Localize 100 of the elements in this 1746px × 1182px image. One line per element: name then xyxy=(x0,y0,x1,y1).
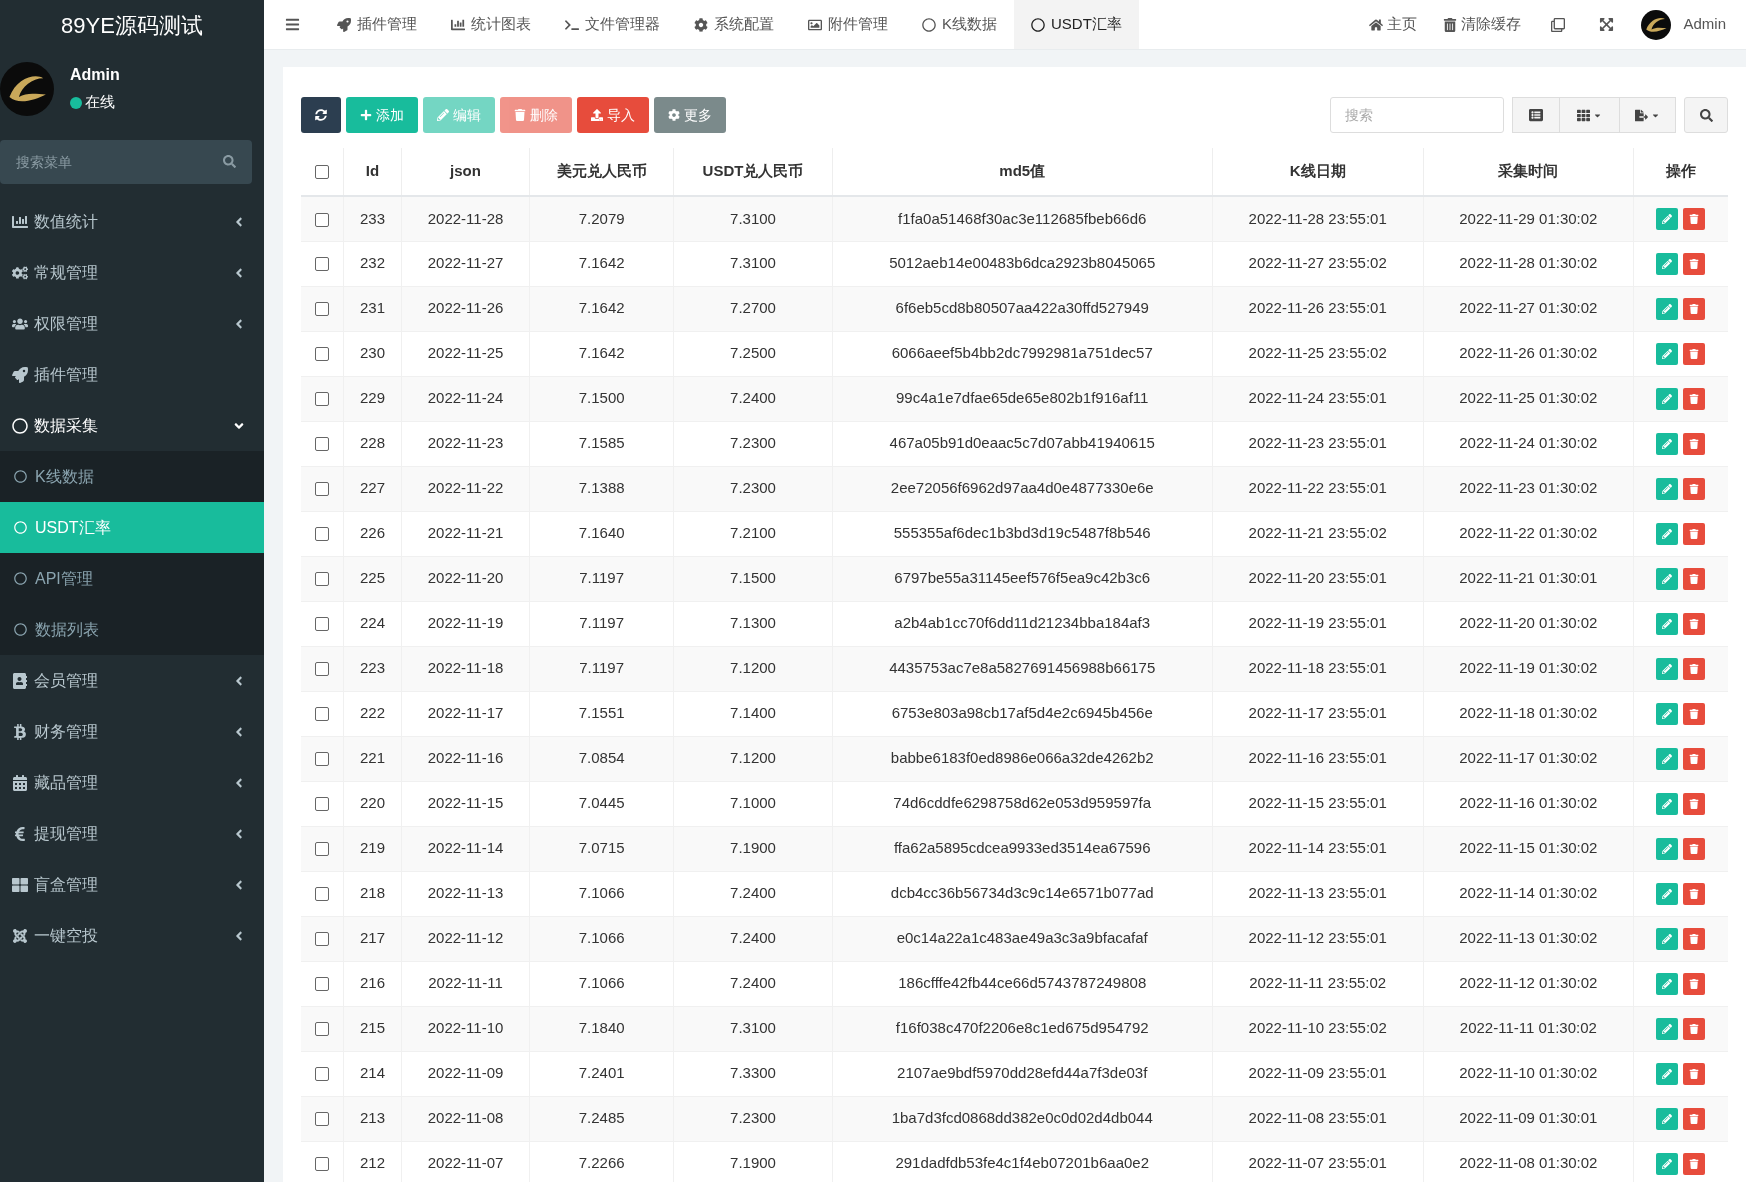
edit-row-button[interactable] xyxy=(1656,432,1679,455)
row-checkbox[interactable] xyxy=(315,842,330,857)
sidebar-item[interactable]: 插件管理 xyxy=(0,349,264,400)
search-button[interactable] xyxy=(1684,97,1728,133)
column-header[interactable]: 操作 xyxy=(1665,162,1696,180)
edit-row-button[interactable] xyxy=(1656,387,1679,410)
delete-row-button[interactable] xyxy=(1683,567,1706,590)
edit-row-button[interactable] xyxy=(1656,927,1679,950)
sidebar-subitem[interactable]: K线数据 xyxy=(0,451,264,502)
delete-row-button[interactable] xyxy=(1683,1062,1706,1085)
delete-row-button[interactable] xyxy=(1683,1107,1706,1130)
row-checkbox[interactable] xyxy=(315,437,330,452)
row-checkbox[interactable] xyxy=(315,302,330,317)
delete-row-button[interactable] xyxy=(1683,612,1706,635)
search-field[interactable]: 搜索 xyxy=(1330,97,1504,133)
row-checkbox[interactable] xyxy=(315,932,330,947)
edit-row-button[interactable] xyxy=(1656,297,1679,320)
row-checkbox[interactable] xyxy=(315,212,330,227)
delete-row-button[interactable] xyxy=(1683,522,1706,545)
delete-row-button[interactable] xyxy=(1683,792,1706,815)
import-button[interactable]: 导入 xyxy=(577,97,649,133)
header-link[interactable]: 清除缓存 xyxy=(1430,0,1535,49)
nav-tab[interactable]: 附件管理 xyxy=(791,0,905,49)
edit-row-button[interactable] xyxy=(1656,792,1679,815)
columns-button[interactable] xyxy=(1560,97,1620,133)
column-header[interactable]: json xyxy=(450,162,481,180)
column-header[interactable]: md5值 xyxy=(999,162,1046,180)
delete-row-button[interactable] xyxy=(1683,1152,1706,1175)
nav-tab[interactable]: 插件管理 xyxy=(320,0,434,49)
edit-row-button[interactable] xyxy=(1656,837,1679,860)
sidebar-item[interactable]: 盲盒管理 xyxy=(0,859,264,910)
row-checkbox[interactable] xyxy=(315,662,330,677)
edit-row-button[interactable] xyxy=(1656,342,1679,365)
row-checkbox[interactable] xyxy=(315,347,330,362)
delete-row-button[interactable] xyxy=(1683,927,1706,950)
delete-row-button[interactable] xyxy=(1683,207,1706,230)
sidebar-subitem[interactable]: 数据列表 xyxy=(0,604,264,655)
row-checkbox[interactable] xyxy=(315,482,330,497)
table-view-button[interactable] xyxy=(1512,97,1560,133)
sidebar-item[interactable]: 提现管理 xyxy=(0,808,264,859)
edit-row-button[interactable] xyxy=(1656,1017,1679,1040)
row-checkbox[interactable] xyxy=(315,527,330,542)
sidebar-item[interactable]: 会员管理 xyxy=(0,655,264,706)
delete-row-button[interactable] xyxy=(1683,1017,1706,1040)
row-checkbox[interactable] xyxy=(315,707,330,722)
edit-row-button[interactable] xyxy=(1656,612,1679,635)
delete-row-button[interactable] xyxy=(1683,882,1706,905)
delete-row-button[interactable] xyxy=(1683,837,1706,860)
row-checkbox[interactable] xyxy=(315,617,330,632)
nav-tab[interactable]: USDT汇率 xyxy=(1014,0,1139,49)
row-checkbox[interactable] xyxy=(315,1112,330,1127)
edit-row-button[interactable] xyxy=(1656,747,1679,770)
edit-row-button[interactable] xyxy=(1656,702,1679,725)
more-button[interactable]: 更多 xyxy=(654,97,726,133)
delete-row-button[interactable] xyxy=(1683,252,1706,275)
delete-row-button[interactable] xyxy=(1683,342,1706,365)
row-checkbox[interactable] xyxy=(315,752,330,767)
edit-row-button[interactable] xyxy=(1656,1152,1679,1175)
delete-row-button[interactable] xyxy=(1683,657,1706,680)
menu-search-field[interactable]: 搜索菜单 xyxy=(0,140,252,184)
sidebar-item[interactable]: 权限管理 xyxy=(0,298,264,349)
header-user-name[interactable]: Admin xyxy=(1683,13,1726,36)
header-link[interactable]: 主页 xyxy=(1356,0,1431,49)
row-checkbox[interactable] xyxy=(315,572,330,587)
row-checkbox[interactable] xyxy=(315,1067,330,1082)
delete-row-button[interactable] xyxy=(1683,387,1706,410)
edit-row-button[interactable] xyxy=(1656,567,1679,590)
edit-row-button[interactable] xyxy=(1656,657,1679,680)
nav-tab[interactable]: 文件管理器 xyxy=(548,0,677,49)
edit-row-button[interactable] xyxy=(1656,1062,1679,1085)
row-checkbox[interactable] xyxy=(315,797,330,812)
delete-row-button[interactable] xyxy=(1683,297,1706,320)
sidebar-item[interactable]: 财务管理 xyxy=(0,706,264,757)
export-button[interactable] xyxy=(1620,97,1676,133)
edit-row-button[interactable] xyxy=(1656,252,1679,275)
edit-row-button[interactable] xyxy=(1656,882,1679,905)
delete-row-button[interactable] xyxy=(1683,432,1706,455)
nav-tab[interactable]: 系统配置 xyxy=(677,0,791,49)
column-header[interactable]: USDT兑人民币 xyxy=(702,162,804,180)
edit-row-button[interactable] xyxy=(1656,1107,1679,1130)
sidebar-item[interactable]: 藏品管理 xyxy=(0,757,264,808)
delete-row-button[interactable] xyxy=(1683,747,1706,770)
row-checkbox[interactable] xyxy=(315,257,330,272)
sidebar-item[interactable]: 数据采集 xyxy=(0,400,264,451)
column-header[interactable]: Id xyxy=(365,162,380,180)
edit-row-button[interactable] xyxy=(1656,477,1679,500)
row-checkbox[interactable] xyxy=(315,392,330,407)
column-header[interactable]: 美元兑人民币 xyxy=(556,162,647,180)
sidebar-item[interactable]: 常规管理 xyxy=(0,247,264,298)
select-all-checkbox[interactable] xyxy=(315,165,330,180)
row-checkbox[interactable] xyxy=(315,887,330,902)
sidebar-subitem[interactable]: API管理 xyxy=(0,553,264,604)
edit-row-button[interactable] xyxy=(1656,207,1679,230)
edit-row-button[interactable] xyxy=(1656,972,1679,995)
row-checkbox[interactable] xyxy=(315,977,330,992)
refresh-button[interactable] xyxy=(301,97,341,133)
sidebar-item[interactable]: 一键空投 xyxy=(0,910,264,961)
row-checkbox[interactable] xyxy=(315,1022,330,1037)
nav-tab[interactable]: K线数据 xyxy=(905,0,1014,49)
delete-row-button[interactable] xyxy=(1683,972,1706,995)
